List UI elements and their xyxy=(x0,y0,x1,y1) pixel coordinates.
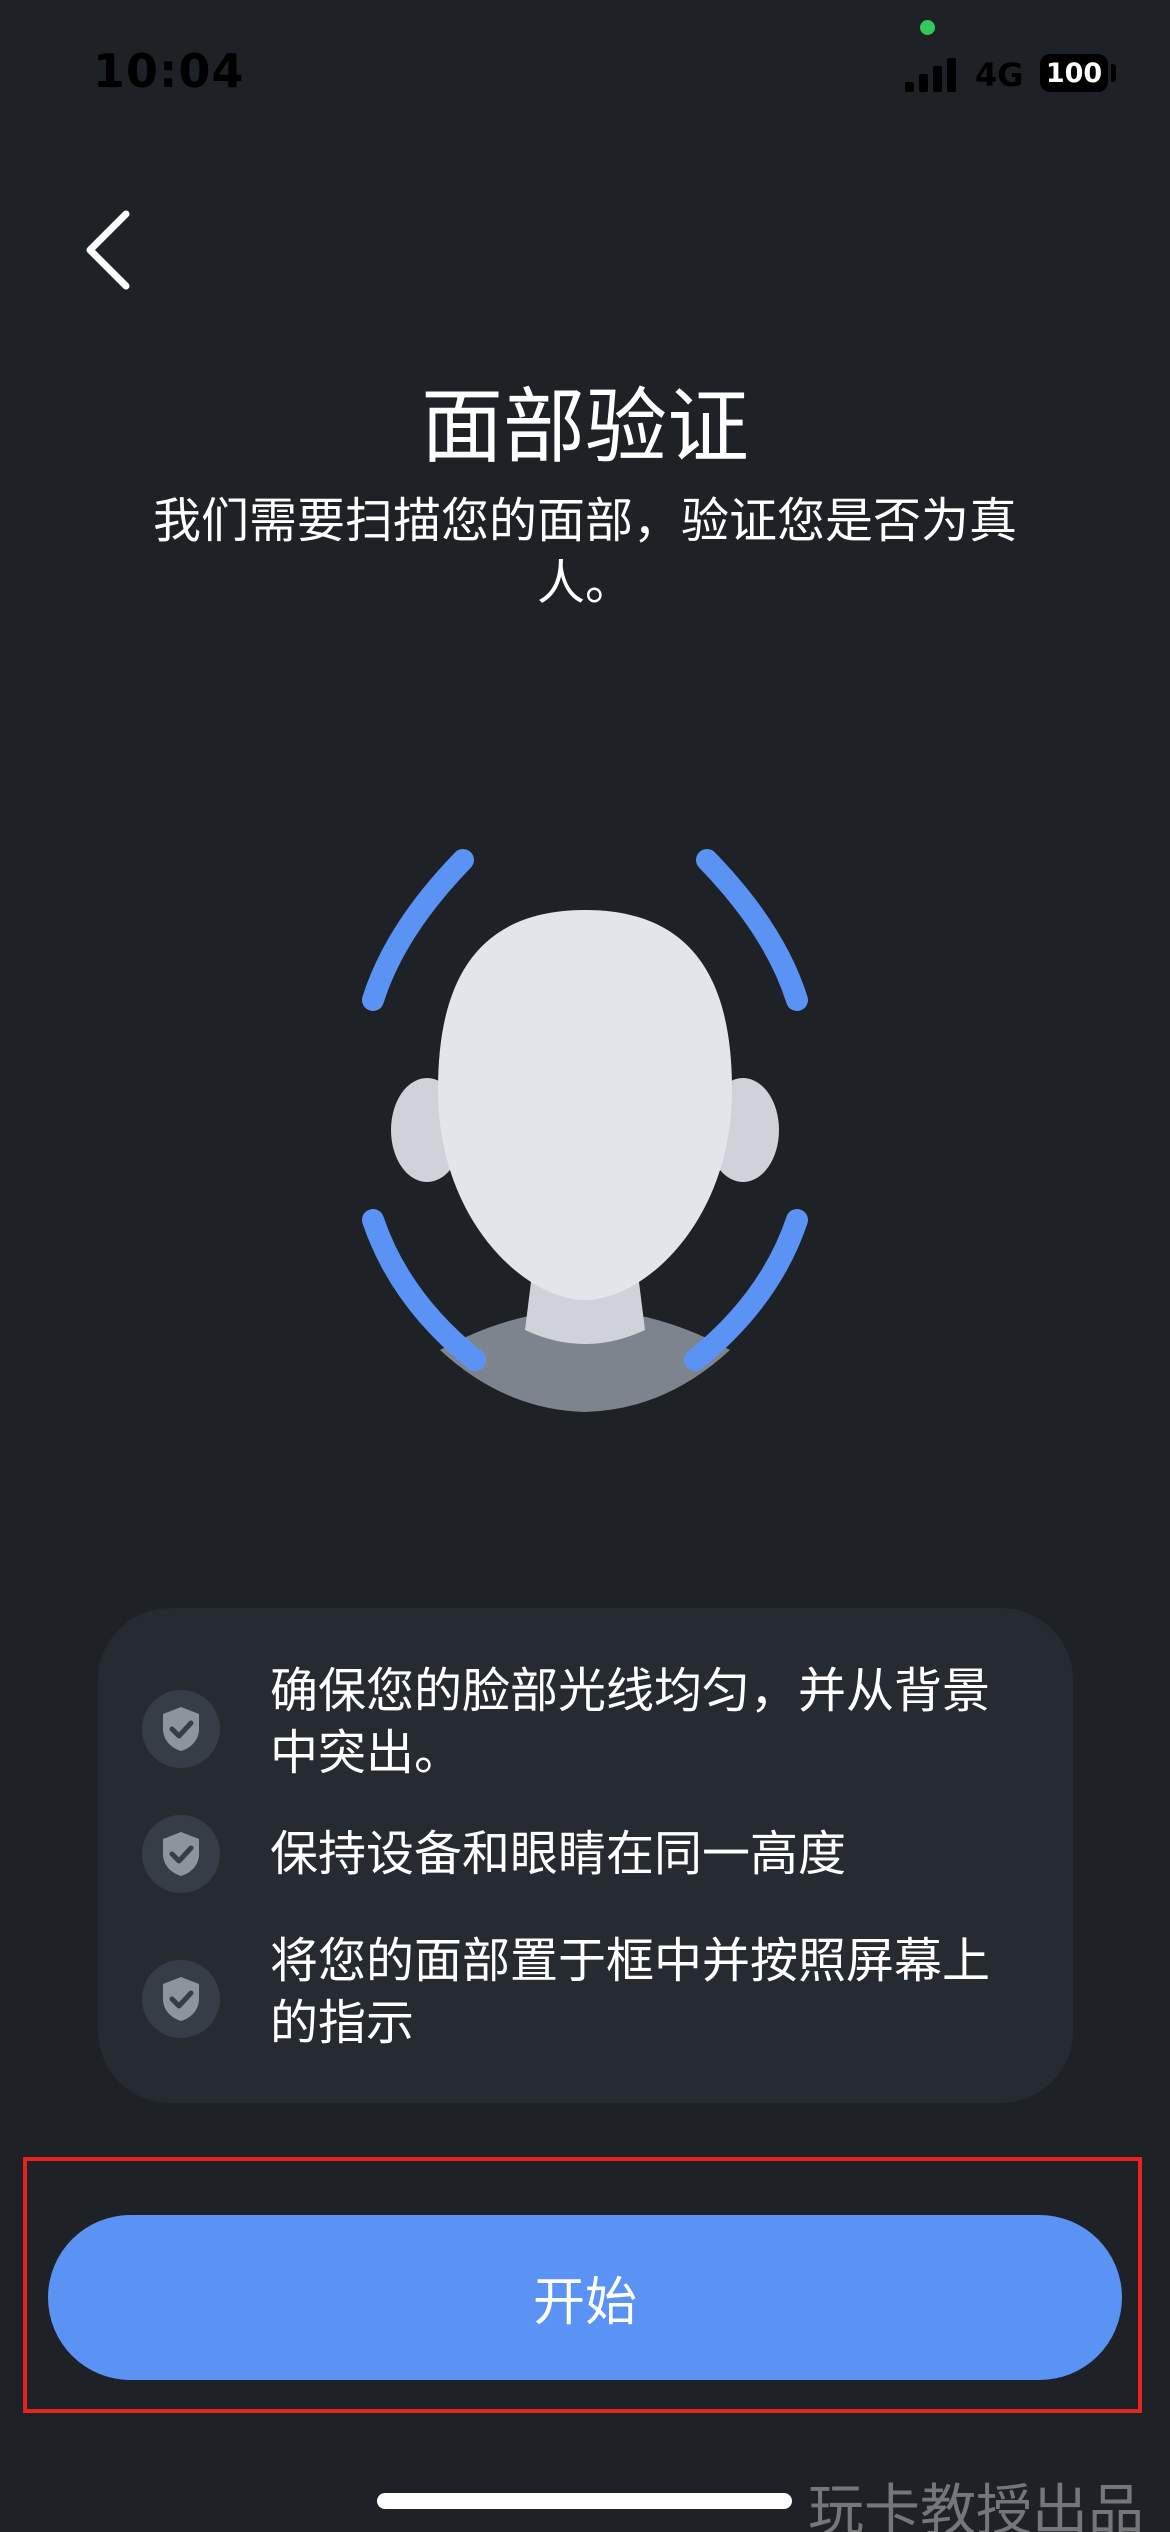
shield-check-icon xyxy=(142,1690,220,1768)
privacy-indicator-dot xyxy=(920,20,935,35)
scan-arc-bottom-left xyxy=(362,1209,486,1371)
watermark-text: 玩卡教授出品 xyxy=(808,2479,1144,2532)
signal-icon xyxy=(905,58,956,92)
scan-arc-top-left xyxy=(362,849,474,1011)
home-indicator[interactable] xyxy=(377,2493,792,2509)
scan-arc-top-right xyxy=(696,849,808,1011)
tip-text: 确保您的脸部光线均匀，并从背景中突出。 xyxy=(270,1663,991,1781)
start-button[interactable]: 开始 xyxy=(48,2215,1122,2380)
shield-check-icon xyxy=(142,1960,220,2038)
face-verification-screen: 10:04 4G 100 面部验证 我们需要扫描您的面部，验证您是否为真人。 确… xyxy=(0,0,1170,2532)
tip-text: 将您的面部置于框中并按照屏幕上的指示 xyxy=(270,1933,991,2051)
chevron-left-icon xyxy=(86,210,130,290)
network-type-label: 4G xyxy=(975,56,1024,94)
battery-cap xyxy=(1111,64,1116,82)
scan-arc-bottom-right xyxy=(684,1209,808,1371)
back-button[interactable] xyxy=(70,200,150,300)
battery-level: 100 xyxy=(1045,57,1103,89)
head-shape xyxy=(438,910,732,1300)
battery-icon: 100 xyxy=(1040,54,1108,92)
page-title: 面部验证 xyxy=(420,380,749,475)
tip-text: 保持设备和眼睛在同一高度 xyxy=(270,1826,847,1882)
shield-check-icon xyxy=(142,1815,220,1893)
tips-card: 确保您的脸部光线均匀，并从背景中突出。 保持设备和眼睛在同一高度 将您的面部置于… xyxy=(98,1608,1073,2103)
page-subtitle: 我们需要扫描您的面部，验证您是否为真人。 xyxy=(152,493,1017,611)
status-time: 10:04 xyxy=(93,44,245,98)
face-scan-illustration xyxy=(362,849,808,1412)
